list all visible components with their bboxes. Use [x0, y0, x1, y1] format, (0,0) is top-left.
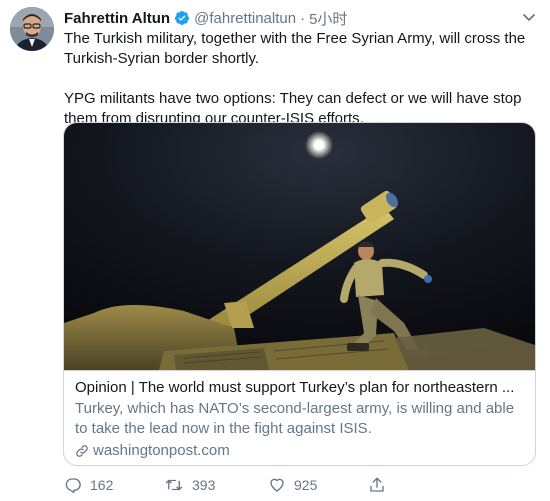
- tweet-actions: 162 393 925: [64, 474, 394, 496]
- link-card[interactable]: Opinion | The world must support Turkey’…: [63, 122, 536, 466]
- card-title[interactable]: Opinion | The world must support Turkey’…: [75, 378, 524, 398]
- retweet-count: 393: [192, 477, 216, 493]
- timestamp[interactable]: 5小时: [309, 8, 347, 29]
- heart-icon: [270, 478, 284, 492]
- reply-button[interactable]: 162: [64, 476, 164, 494]
- share-icon: [370, 477, 384, 492]
- reply-count: 162: [90, 477, 114, 493]
- verified-badge-icon: [174, 10, 190, 26]
- author-handle[interactable]: @fahrettinaltun: [194, 10, 296, 27]
- reply-icon: [65, 478, 81, 494]
- tweet-text: The Turkish military, together with the …: [64, 29, 542, 129]
- retweet-button[interactable]: 393: [164, 476, 268, 494]
- tweet-header: Fahrettin Altun @fahrettinaltun · 5小时: [64, 8, 347, 28]
- retweet-icon: [165, 479, 183, 491]
- chevron-down-icon[interactable]: [520, 8, 538, 26]
- tweet: Fahrettin Altun @fahrettinaltun · 5小时 Th…: [0, 0, 550, 501]
- card-image: [64, 123, 535, 370]
- card-domain-text: washingtonpost.com: [93, 442, 230, 459]
- like-button[interactable]: 925: [268, 476, 368, 494]
- separator-dot: ·: [300, 9, 306, 27]
- avatar[interactable]: [10, 7, 54, 51]
- card-description: Turkey, which has NATO’s second-largest …: [75, 400, 515, 437]
- link-icon: [76, 445, 88, 457]
- share-button[interactable]: [368, 476, 394, 494]
- card-body: Opinion | The world must support Turkey’…: [64, 370, 535, 465]
- like-count: 925: [294, 477, 318, 493]
- tweet-paragraph: The Turkish military, together with the …: [64, 30, 526, 67]
- author-name[interactable]: Fahrettin Altun: [64, 10, 170, 27]
- card-domain[interactable]: washingtonpost.com: [75, 441, 524, 461]
